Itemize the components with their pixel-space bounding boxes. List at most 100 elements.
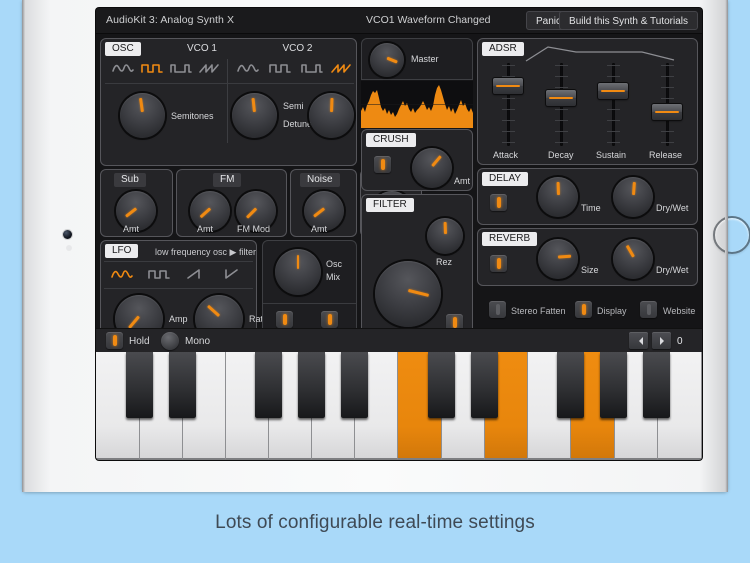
filter-rez-knob[interactable] (427, 218, 463, 254)
delay-tab-label[interactable]: DELAY (482, 172, 529, 186)
octave-next-button[interactable] (652, 332, 671, 349)
delay-enable-toggle[interactable] (490, 194, 507, 211)
reverb-drywet-label: Dry/Wet (656, 265, 689, 275)
website-label: Website (663, 306, 696, 316)
crush-tab-label[interactable]: CRUSH (366, 133, 416, 147)
lfo-tab-label[interactable]: LFO (105, 244, 139, 258)
octave-prev-button[interactable] (629, 332, 648, 349)
delay-time-knob[interactable] (538, 177, 578, 217)
waveform-visualizer (361, 81, 473, 128)
home-button[interactable] (713, 216, 750, 254)
adsr-panel: ADSR Attack Decay Sustain Release (477, 38, 698, 165)
noise-tab-label: Noise (300, 173, 340, 187)
status-message: VCO1 Waveform Changed (366, 14, 491, 26)
reverb-enable-toggle[interactable] (490, 255, 507, 272)
stereo-fatten-label: Stereo Fatten (511, 306, 566, 316)
vco2-waveform-pulse[interactable] (299, 59, 325, 77)
synth-app: AudioKit 3: Analog Synth X VCO1 Waveform… (96, 8, 702, 460)
vco2-tab-label: VCO 2 (282, 43, 313, 54)
website-toggle[interactable] (640, 301, 657, 318)
crush-enable-toggle[interactable] (374, 156, 391, 173)
reverb-panel: REVERB Size Dry/Wet (477, 228, 698, 286)
vco2-semi-knob[interactable] (232, 93, 277, 138)
vco1-waveform-square[interactable] (139, 59, 165, 77)
oscmix-divider (263, 303, 356, 304)
vco2-waveform-sawtooth[interactable] (329, 59, 355, 77)
filter-tab-label[interactable]: FILTER (366, 198, 414, 212)
sub-tab-label: Sub (114, 173, 146, 187)
piano-black-key[interactable] (341, 352, 368, 418)
reverb-size-knob[interactable] (538, 239, 578, 279)
lfo-waveform-square[interactable] (146, 265, 172, 283)
master-label: Master (411, 54, 439, 64)
lfo-amp-label: Amp (169, 314, 188, 324)
display-toggle[interactable] (575, 301, 592, 318)
filter-freq-knob[interactable] (375, 261, 441, 327)
piano-black-key[interactable] (298, 352, 325, 418)
delay-drywet-knob[interactable] (613, 177, 653, 217)
adsr-tab-label[interactable]: ADSR (482, 42, 524, 56)
vco1-waveform-pulse[interactable] (168, 59, 194, 77)
ambient-sensor-icon (67, 246, 71, 250)
osc-mix-knob[interactable] (275, 249, 321, 295)
piano-black-key[interactable] (255, 352, 282, 418)
vco1-enable-toggle[interactable] (276, 311, 293, 328)
semi-label: Semi (283, 101, 304, 111)
delay-time-label: Time (581, 203, 601, 213)
lfo-waveform-sine[interactable] (109, 265, 135, 283)
adsr-decay-label: Decay (548, 150, 574, 160)
master-panel: Master (361, 38, 473, 80)
piano-black-key[interactable] (126, 352, 153, 418)
vco2-waveform-square[interactable] (267, 59, 293, 77)
mono-toggle[interactable] (161, 332, 179, 350)
stereo-fatten-toggle[interactable] (489, 301, 506, 318)
piano-black-key[interactable] (643, 352, 670, 418)
osc-tab-label[interactable]: OSC (105, 42, 141, 56)
front-camera-icon (63, 230, 72, 239)
app-title: AudioKit 3: Analog Synth X (106, 14, 235, 26)
osc-divider (227, 59, 228, 143)
vco2-waveform-sine[interactable] (235, 59, 261, 77)
delay-drywet-label: Dry/Wet (656, 203, 689, 213)
crush-amt-knob[interactable] (412, 148, 452, 188)
piano-black-key[interactable] (428, 352, 455, 418)
vco2-tab[interactable]: VCO 2 (241, 42, 354, 56)
filter-panel: FILTER Rez Freq (361, 194, 473, 349)
osc-panel: OSC VCO 1 VCO 2 Semitones Semi Detune (100, 38, 357, 166)
osc-mix-label-line1: Osc (326, 259, 343, 269)
master-knob[interactable] (370, 43, 404, 77)
piano-black-key[interactable] (600, 352, 627, 418)
reverb-tab-label[interactable]: REVERB (482, 232, 538, 246)
screenshot-root: AudioKit 3: Analog Synth X VCO1 Waveform… (0, 0, 750, 563)
vco1-tab[interactable]: VCO 1 (163, 42, 241, 56)
delay-panel: DELAY Time Dry/Wet (477, 168, 698, 225)
piano-black-key[interactable] (557, 352, 584, 418)
lfo-waveform-ramp-down[interactable] (220, 265, 246, 283)
vco2-enable-toggle[interactable] (321, 311, 338, 328)
vco2-detune-knob[interactable] (309, 93, 354, 138)
osc-hline (105, 83, 354, 84)
lfo-routing-label: low frequency osc ▶ filter (155, 247, 256, 257)
mono-label: Mono (185, 336, 211, 347)
build-tutorials-button[interactable]: Build this Synth & Tutorials (559, 11, 698, 30)
vco1-waveform-sawtooth[interactable] (197, 59, 223, 77)
adsr-attack-label: Attack (493, 150, 519, 160)
hold-label: Hold (129, 336, 150, 347)
fm-amt-label: Amt (197, 224, 214, 234)
reverb-drywet-knob[interactable] (613, 239, 653, 279)
piano-black-key[interactable] (471, 352, 498, 418)
detune-label: Detune (283, 119, 313, 129)
piano-black-key[interactable] (169, 352, 196, 418)
sub-panel: Sub Amt (100, 169, 173, 237)
fm-mod-label: FM Mod (237, 224, 271, 234)
vco1-semitones-knob[interactable] (120, 93, 165, 138)
sub-amt-label: Amt (123, 224, 140, 234)
semitones-label: Semitones (171, 111, 214, 121)
noise-amt-label: Amt (311, 224, 328, 234)
adsr-release-label: Release (649, 150, 683, 160)
lfo-waveform-ramp-up[interactable] (183, 265, 209, 283)
caption-text: Lots of configurable real-time settings (215, 512, 535, 533)
display-label: Display (597, 306, 627, 316)
hold-toggle[interactable] (106, 332, 123, 349)
vco1-waveform-sine[interactable] (110, 59, 136, 77)
